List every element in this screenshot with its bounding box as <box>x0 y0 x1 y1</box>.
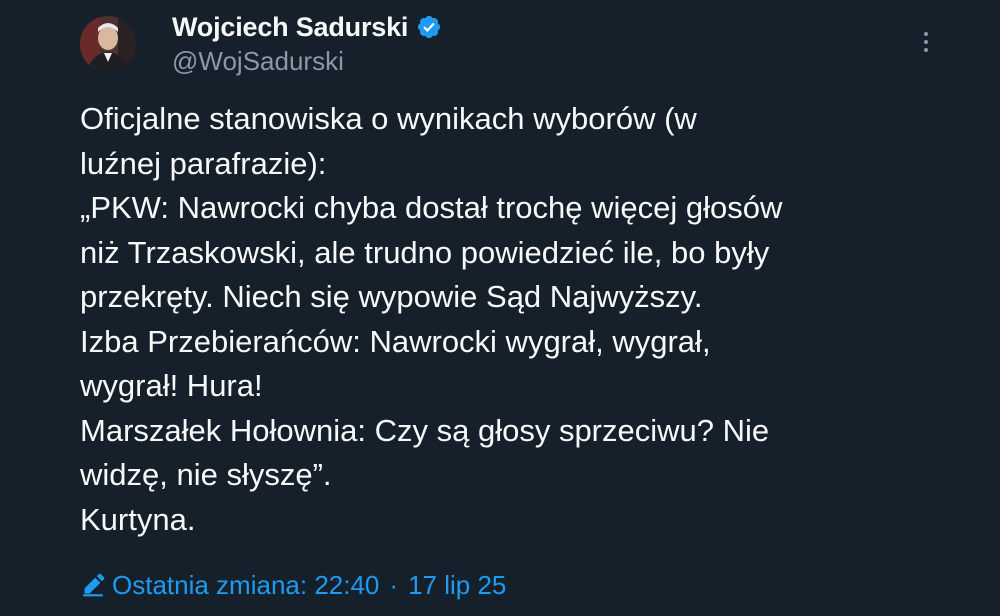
tweet-text-line: Oficjalne stanowiska o wynikach wyborów … <box>80 101 697 136</box>
tweet-text-line: Marszałek Hołownia: Czy są głosy sprzeci… <box>80 412 770 448</box>
author-display-name[interactable]: Wojciech Sadurski <box>172 12 408 43</box>
author-name-row[interactable]: Wojciech Sadurski <box>172 10 442 44</box>
avatar[interactable] <box>80 16 136 72</box>
separator: · <box>389 569 399 600</box>
last-edit-label[interactable]: Ostatnia zmiana: 22:40 <box>112 570 379 601</box>
more-options-icon[interactable] <box>914 28 938 56</box>
verified-badge-icon[interactable] <box>416 14 442 40</box>
edit-date[interactable]: 17 lip 25 <box>408 570 506 601</box>
tweet-text: Oficjalne stanowiska o wynikach wyborów … <box>80 97 960 542</box>
tweet: Wojciech Sadurski @WojSadurski Oficjalne… <box>0 0 1000 616</box>
tweet-text-line: wygrał! Hura! <box>80 368 263 403</box>
tweet-text-line: luźnej parafrazie): <box>80 145 327 181</box>
tweet-text-line: „PKW: Nawrocki chyba dostał trochę więce… <box>80 190 783 225</box>
pencil-icon[interactable] <box>80 572 106 598</box>
author-handle[interactable]: @WojSadurski <box>172 46 344 77</box>
tweet-text-line: Izba Przebierańców: Nawrocki wygrał, wyg… <box>80 323 711 359</box>
tweet-text-line: widzę, nie słyszę”. <box>80 457 332 492</box>
edit-history[interactable]: Ostatnia zmiana: 22:40 · 17 lip 25 <box>80 567 506 603</box>
tweet-text-line: niż Trzaskowski, ale trudno powiedzieć i… <box>80 234 770 270</box>
tweet-text-line: Kurtyna. <box>80 501 196 537</box>
tweet-text-line: przekręty. Niech się wypowie Sąd Najwyżs… <box>80 279 703 314</box>
